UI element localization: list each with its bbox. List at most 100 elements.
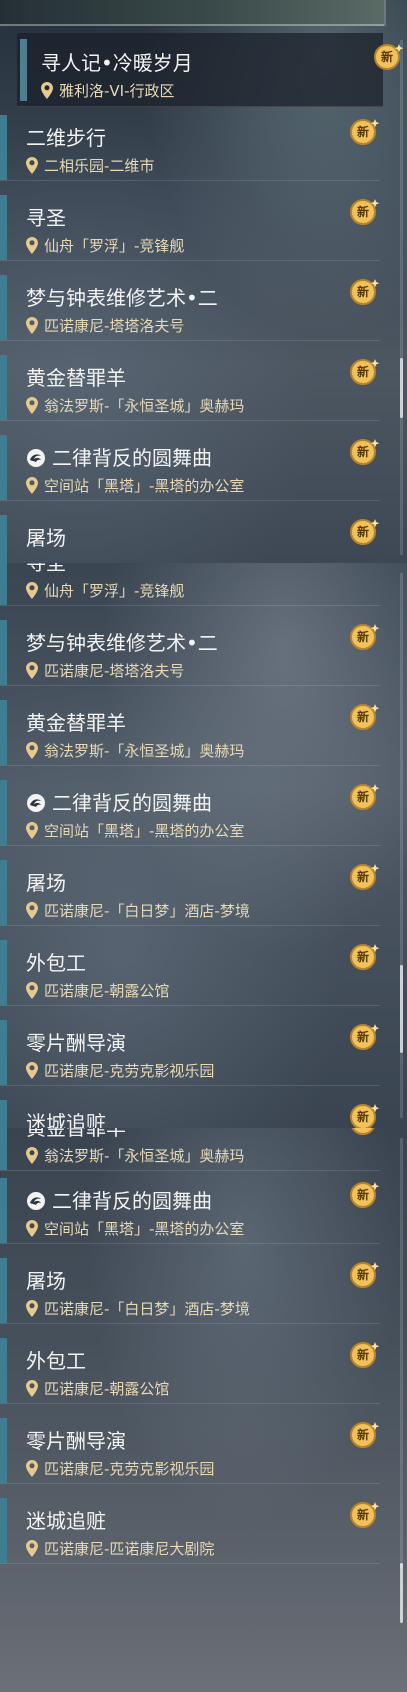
mission-location: 匹诺康尼-匹诺康尼大剧院 (26, 1538, 214, 1559)
mission-row[interactable]: 零片酬导演 匹诺康尼-克劳克影视乐园 新 (0, 1013, 380, 1086)
mission-title: 外包工 (26, 951, 86, 975)
mission-row[interactable]: 外包工 匹诺康尼-朝露公馆 新 (0, 1331, 380, 1404)
new-badge: 新 (347, 278, 380, 306)
selection-accent (20, 39, 27, 101)
row-accent (0, 1498, 7, 1563)
mission-row[interactable]: 迷城追赃 匹诺康尼-匹诺康尼大剧院 新 (0, 1491, 380, 1564)
new-badge: 新 (347, 943, 380, 971)
mission-title: 二律背反的圆舞曲 (26, 1185, 212, 1214)
scrollbar-track[interactable] (400, 40, 403, 555)
mission-row[interactable]: 寻人记•冷暖岁月 雅利洛-VI-行政区 新 (17, 33, 404, 107)
location-pin-icon (26, 1062, 38, 1079)
new-badge: 新 (347, 438, 380, 466)
row-accent (0, 275, 7, 340)
new-badge: 新 (347, 783, 380, 811)
row-accent (0, 355, 7, 420)
mission-row[interactable]: 黄金替罪羊 翁法罗斯-「永恒圣城」奥赫玛 新 (0, 1128, 380, 1171)
mission-title: 二律背反的圆舞曲 (26, 442, 212, 471)
location-pin-icon (26, 1220, 38, 1237)
mission-location: 匹诺康尼-「白日梦」酒店-梦境 (26, 900, 250, 921)
mission-location: 空间站「黑塔」-黑塔的办公室 (26, 475, 244, 496)
row-accent (0, 1020, 7, 1085)
mission-row[interactable]: 屠场 匹诺康尼-「白日梦」酒店-梦境 新 (0, 1251, 380, 1324)
mission-title: 迷城追赃 (26, 1509, 106, 1533)
new-badge: 新 (347, 863, 380, 891)
new-badge: 新 (347, 1421, 380, 1449)
mission-list-screen-1: 寻人记•冷暖岁月 雅利洛-VI-行政区 新 二维步行 二相乐园-二维市 新 寻圣… (0, 0, 407, 563)
mission-title: 零片酬导演 (26, 1429, 126, 1453)
mission-title: 梦与钟表维修艺术•二 (26, 631, 218, 655)
mission-location: 仙舟「罗浮」-竞锋舰 (26, 580, 184, 601)
mission-location: 匹诺康尼-塔塔洛夫号 (26, 660, 184, 681)
mission-title: 寻圣 (26, 206, 66, 230)
new-badge: 新 (347, 1103, 380, 1128)
location-pin-icon (26, 1147, 38, 1164)
location-pin-icon (26, 1380, 38, 1397)
mission-row[interactable]: 二律背反的圆舞曲 空间站「黑塔」-黑塔的办公室 新 (0, 428, 380, 501)
row-accent (0, 1128, 7, 1170)
new-badge: 新 (347, 1181, 380, 1209)
mission-title: 梦与钟表维修艺术•二 (26, 286, 218, 310)
row-accent (0, 1418, 7, 1483)
mission-location: 二相乐园-二维市 (26, 155, 154, 176)
mission-location: 空间站「黑塔」-黑塔的办公室 (26, 1218, 244, 1239)
location-pin-icon (26, 477, 38, 494)
mission-row[interactable]: 迷城追赃 新 (0, 1093, 380, 1128)
row-accent (0, 1338, 7, 1403)
location-pin-icon (26, 742, 38, 759)
row-accent (0, 940, 7, 1005)
row-accent (0, 435, 7, 500)
mission-location: 匹诺康尼-朝露公馆 (26, 1378, 169, 1399)
location-pin-icon (26, 582, 38, 599)
new-badge: 新 (347, 703, 380, 731)
location-pin-icon (26, 1300, 38, 1317)
mission-location: 匹诺康尼-朝露公馆 (26, 980, 169, 1001)
mission-title: 迷城追赃 (26, 1111, 106, 1128)
mission-list-screen-3: 黄金替罪羊 翁法罗斯-「永恒圣城」奥赫玛 新 二律背反的圆舞曲 空间站「黑塔」-… (0, 1128, 407, 1692)
location-pin-icon (26, 237, 38, 254)
scrollbar-thumb[interactable] (400, 358, 403, 418)
location-pin-icon (26, 317, 38, 334)
scrollbar-track[interactable] (400, 1138, 403, 1568)
row-accent (0, 515, 7, 563)
location-pin-icon (26, 157, 38, 174)
mission-title: 寻圣 (26, 563, 66, 575)
mission-row[interactable]: 寻圣 仙舟「罗浮」-竞锋舰 新 (0, 188, 380, 261)
mission-row[interactable]: 二律背反的圆舞曲 空间站「黑塔」-黑塔的办公室 新 (0, 1171, 380, 1244)
mission-location: 空间站「黑塔」-黑塔的办公室 (26, 820, 244, 841)
mission-location: 翁法罗斯-「永恒圣城」奥赫玛 (26, 395, 244, 416)
mission-row[interactable]: 黄金替罪羊 翁法罗斯-「永恒圣城」奥赫玛 新 (0, 348, 380, 421)
mission-location: 匹诺康尼-「白日梦」酒店-梦境 (26, 1298, 250, 1319)
scrollbar-thumb[interactable] (400, 1563, 403, 1623)
mission-location: 匹诺康尼-克劳克影视乐园 (26, 1458, 214, 1479)
mission-row[interactable]: 外包工 匹诺康尼-朝露公馆 新 (0, 933, 380, 1006)
mission-title: 二维步行 (26, 126, 106, 150)
location-pin-icon (26, 822, 38, 839)
mission-title: 外包工 (26, 1349, 86, 1373)
swirl-icon (27, 1192, 45, 1210)
mission-title: 寻人记•冷暖岁月 (41, 51, 193, 75)
mission-row[interactable]: 二维步行 二相乐园-二维市 新 (0, 108, 380, 181)
mission-list-screen-2: 寻圣 仙舟「罗浮」-竞锋舰 梦与钟表维修艺术•二 匹诺康尼-塔塔洛夫号 新 黄金… (0, 563, 407, 1128)
location-pin-icon (26, 662, 38, 679)
mission-title: 二律背反的圆舞曲 (26, 787, 212, 816)
mission-row[interactable]: 梦与钟表维修艺术•二 匹诺康尼-塔塔洛夫号 新 (0, 613, 380, 686)
location-pin-icon (26, 1540, 38, 1557)
swirl-icon (27, 449, 45, 467)
mission-title: 屠场 (26, 526, 66, 550)
mission-row[interactable]: 黄金替罪羊 翁法罗斯-「永恒圣城」奥赫玛 新 (0, 693, 380, 766)
mission-row[interactable]: 屠场 匹诺康尼-「白日梦」酒店-梦境 新 (0, 853, 380, 926)
scrollbar-thumb[interactable] (400, 965, 403, 1053)
mission-row[interactable]: 零片酬导演 匹诺康尼-克劳克影视乐园 新 (0, 1411, 380, 1484)
mission-location: 匹诺康尼-克劳克影视乐园 (26, 1060, 214, 1081)
mission-row[interactable]: 二律背反的圆舞曲 空间站「黑塔」-黑塔的办公室 新 (0, 773, 380, 846)
new-badge: 新 (347, 198, 380, 226)
mission-row[interactable]: 寻圣 仙舟「罗浮」-竞锋舰 (0, 563, 380, 606)
row-accent (0, 620, 7, 685)
mission-row[interactable]: 屠场 新 (0, 508, 380, 563)
location-pin-icon (26, 982, 38, 999)
location-pin-icon (26, 397, 38, 414)
mission-title: 黄金替罪羊 (26, 1128, 126, 1140)
new-badge: 新 (347, 1341, 380, 1369)
mission-row[interactable]: 梦与钟表维修艺术•二 匹诺康尼-塔塔洛夫号 新 (0, 268, 380, 341)
